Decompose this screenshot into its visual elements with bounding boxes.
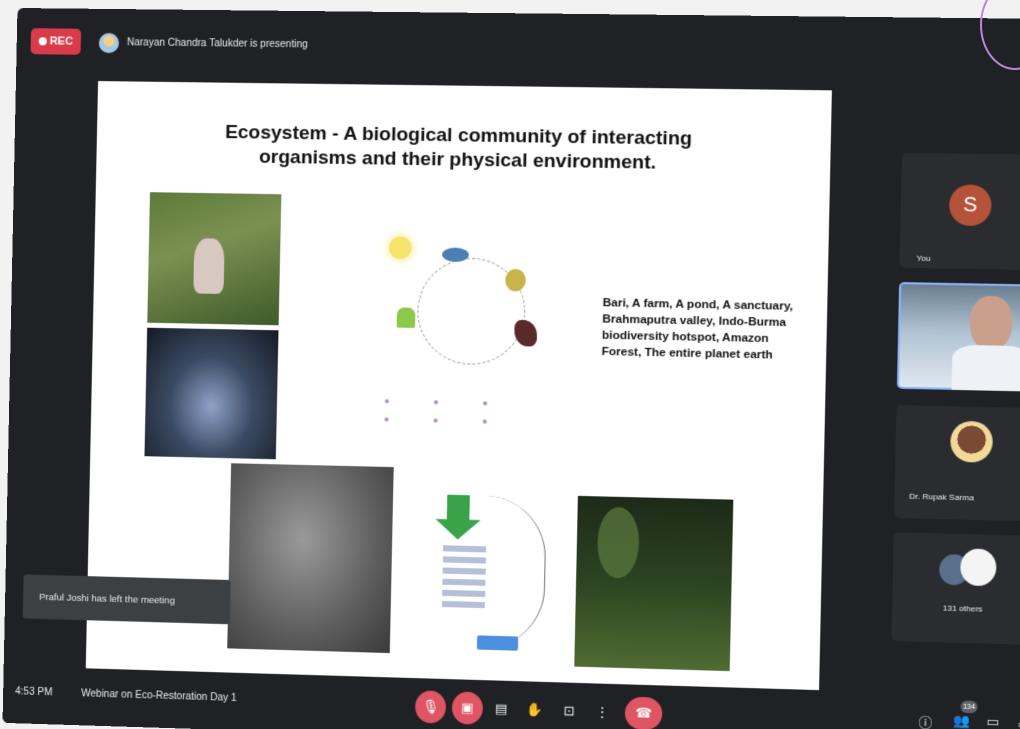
participant-name: Dr. Rupak Sarma <box>909 491 974 503</box>
present-button[interactable]: ⊡ <box>556 695 581 728</box>
eagle-icon <box>514 319 538 347</box>
fish-icon <box>442 247 469 263</box>
participant-tile-you[interactable]: S ⋮ You <box>899 152 1020 271</box>
forest-photo <box>574 495 734 672</box>
diagram-button <box>476 635 519 651</box>
microscope-photo <box>227 463 394 654</box>
ecosystem-examples: Bari, A farm, A pond, A sanctuary, Brahm… <box>601 297 794 362</box>
mic-off-button[interactable]: 🎙 <box>414 690 447 724</box>
captions-icon: ▤ <box>494 700 508 717</box>
camera-off-icon: ▣ <box>460 699 474 716</box>
people-icon[interactable]: 👥 <box>951 713 972 729</box>
recording-label: REC <box>49 35 74 48</box>
phone-end-icon: ☎ <box>635 705 653 721</box>
leave-call-button[interactable]: ☎ <box>624 696 663 729</box>
participant-tile-rupak[interactable]: ⋮ Dr. Rupak Sarma <box>894 405 1020 522</box>
activities-icon[interactable]: ⁂ <box>1014 714 1020 729</box>
more-options-icon: ⋮ <box>595 703 610 720</box>
raise-hand-button[interactable]: ✋ <box>521 693 546 726</box>
sun-icon <box>388 236 412 260</box>
snake-icon <box>505 268 527 292</box>
water-photo <box>144 327 279 460</box>
pond-bird-photo <box>147 192 282 326</box>
more-options-button[interactable]: ⋮ <box>589 696 614 729</box>
presenter-avatar <box>98 32 120 54</box>
meeting-window: REC Narayan Chandra Talukder is presenti… <box>2 8 1020 729</box>
presenting-status: Narayan Chandra Talukder is presenting <box>126 37 308 51</box>
participant-name: You <box>916 253 931 264</box>
avatar <box>960 548 997 587</box>
present-icon: ⊡ <box>563 702 575 719</box>
slide-title: Ecosystem - A biological community of in… <box>217 121 700 176</box>
diagram-legend <box>384 390 559 430</box>
meeting-time: 4:53 PM <box>15 686 53 699</box>
captions-button[interactable]: ▤ <box>489 692 514 725</box>
hand-icon: ✋ <box>525 701 543 718</box>
participant-tile-speaker[interactable] <box>896 282 1020 392</box>
participant-count-badge: 134 <box>960 700 978 714</box>
chat-icon[interactable]: ▭ <box>982 713 1003 729</box>
mic-off-icon: 🎙 <box>421 698 440 715</box>
succession-flow-diagram <box>400 482 547 663</box>
others-count: 131 others <box>942 603 983 614</box>
camera-off-button[interactable]: ▣ <box>451 691 484 725</box>
meeting-title: Webinar on Eco-Restoration Day 1 <box>81 688 237 705</box>
record-dot-icon <box>38 37 47 46</box>
avatar <box>950 420 994 463</box>
recording-badge[interactable]: REC <box>30 28 82 55</box>
notification-text: Praful Joshi has left the meeting <box>39 591 176 607</box>
avatar: S <box>948 184 992 227</box>
participant-tile-others[interactable]: 131 others <box>891 532 1020 646</box>
food-web-diagram <box>379 228 568 434</box>
info-icon[interactable]: ⓘ <box>915 711 936 729</box>
grass-icon <box>396 307 416 328</box>
leave-notification: Praful Joshi has left the meeting <box>22 574 231 625</box>
